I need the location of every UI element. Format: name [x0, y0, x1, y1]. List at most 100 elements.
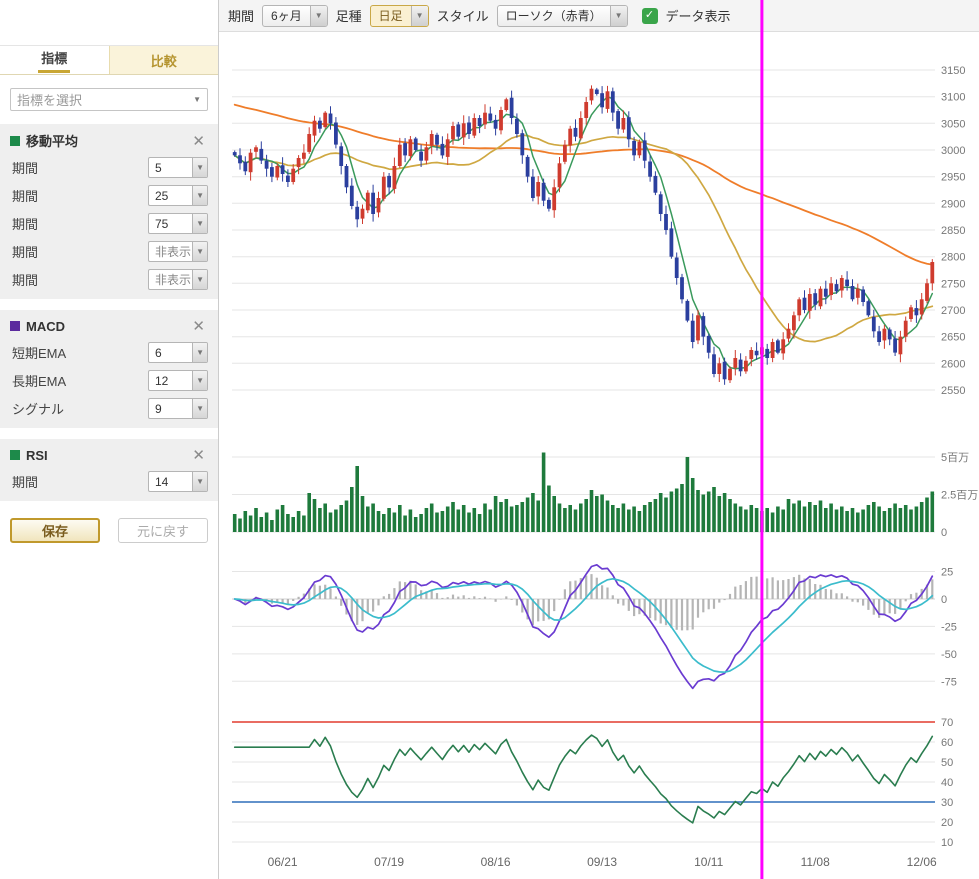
period-select[interactable]: 6ヶ月 ▼ — [262, 5, 328, 27]
svg-text:11/08: 11/08 — [801, 855, 830, 869]
chevron-down-icon: ▼ — [192, 343, 207, 362]
svg-text:-75: -75 — [941, 676, 957, 688]
svg-text:3000: 3000 — [941, 145, 965, 157]
select-value: 非表示 — [155, 271, 191, 288]
svg-text:2650: 2650 — [941, 332, 965, 344]
stock-chart[interactable]: 3150310030503000295029002850280027502700… — [219, 0, 979, 879]
svg-text:12/06: 12/06 — [907, 855, 937, 869]
sidebar-tabs: 指標 比較 — [0, 45, 218, 75]
macd-signal-select[interactable]: 9▼ — [148, 398, 208, 419]
section-moving-average: 移動平均 ✕ 期間 5▼ 期間 25▼ 期間 75▼ 期間 非表示▼ 期間 非表… — [0, 124, 218, 299]
svg-text:30: 30 — [941, 797, 953, 809]
data-display-checkbox[interactable]: ✓ — [642, 8, 658, 24]
chevron-down-icon: ▼ — [193, 95, 201, 104]
bar-type-value: 日足 — [371, 7, 411, 24]
chevron-down-icon: ▼ — [310, 6, 327, 26]
check-icon: ✓ — [645, 10, 654, 21]
indicator-select[interactable]: 指標を選択 ▼ — [10, 88, 208, 111]
chevron-down-icon: ▼ — [192, 371, 207, 390]
period-label: 期間 — [228, 6, 254, 25]
macd-color-swatch — [10, 321, 20, 331]
svg-text:25: 25 — [941, 567, 953, 579]
grid-and-axes: 3150310030503000295029002850280027502700… — [232, 65, 978, 849]
svg-text:2850: 2850 — [941, 225, 965, 237]
stock-chart-app: 指標 比較 指標を選択 ▼ 移動平均 ✕ 期間 5▼ 期間 25▼ 期間 75▼… — [0, 0, 979, 879]
svg-text:5百万: 5百万 — [941, 452, 969, 464]
select-value: 12 — [155, 374, 168, 388]
chevron-down-icon: ▼ — [192, 186, 207, 205]
ma-period-3-select[interactable]: 75 ▼ — [148, 213, 208, 234]
indicator-select-placeholder: 指標を選択 — [17, 90, 82, 109]
svg-text:06/21: 06/21 — [268, 855, 298, 869]
row-label: 長期EMA — [12, 371, 148, 390]
svg-text:2800: 2800 — [941, 252, 965, 264]
ma-period-1-select[interactable]: 5▼ — [148, 157, 208, 178]
row-label: 期間 — [12, 186, 148, 205]
select-value: 75 — [155, 217, 168, 231]
svg-text:09/13: 09/13 — [587, 855, 617, 869]
section-title: RSI — [26, 448, 189, 463]
rsi-period-select[interactable]: 14▼ — [148, 471, 208, 492]
chart-toolbar: 期間 6ヶ月 ▼ 足種 日足 ▼ スタイル ローソク（赤青） ▼ ✓ データ表示 — [219, 0, 979, 32]
style-select[interactable]: ローソク（赤青） ▼ — [497, 5, 628, 27]
section-title: MACD — [26, 319, 189, 334]
svg-text:40: 40 — [941, 777, 953, 789]
ma-period-5-select[interactable]: 非表示▼ — [148, 269, 208, 290]
svg-text:3150: 3150 — [941, 65, 965, 77]
data-display-label: データ表示 — [666, 6, 731, 25]
svg-text:20: 20 — [941, 817, 953, 829]
svg-text:0: 0 — [941, 594, 947, 606]
chevron-down-icon: ▼ — [610, 6, 627, 26]
chevron-down-icon: ▼ — [411, 6, 428, 26]
row-label: 期間 — [12, 242, 148, 261]
chevron-down-icon: ▼ — [192, 399, 207, 418]
svg-text:10/11: 10/11 — [694, 855, 723, 869]
close-icon[interactable]: ✕ — [189, 132, 208, 150]
svg-text:2750: 2750 — [941, 278, 965, 290]
macd-panel — [234, 565, 934, 689]
row-label: 期間 — [12, 158, 148, 177]
tab-compare[interactable]: 比較 — [109, 46, 219, 74]
macd-short-ema-select[interactable]: 6▼ — [148, 342, 208, 363]
chart-area: 期間 6ヶ月 ▼ 足種 日足 ▼ スタイル ローソク（赤青） ▼ ✓ データ表示… — [219, 0, 979, 879]
section-macd: MACD ✕ 短期EMA 6▼ 長期EMA 12▼ シグナル 9▼ — [0, 310, 218, 428]
tab-indicators-label: 指標 — [38, 48, 70, 73]
period-value: 6ヶ月 — [263, 7, 310, 24]
ma-period-4-select[interactable]: 非表示▼ — [148, 241, 208, 262]
x-axis: 06/21 07/19 08/16 09/13 10/11 11/08 12/06 — [268, 855, 937, 869]
svg-text:08/16: 08/16 — [481, 855, 511, 869]
row-label: 期間 — [12, 214, 148, 233]
bar-type-select[interactable]: 日足 ▼ — [370, 5, 429, 27]
price-panel — [233, 85, 934, 384]
select-value: 25 — [155, 189, 168, 203]
close-icon[interactable]: ✕ — [189, 446, 208, 464]
select-value: 非表示 — [155, 243, 191, 260]
svg-text:3050: 3050 — [941, 118, 965, 130]
chevron-down-icon: ▼ — [192, 214, 207, 233]
svg-text:2950: 2950 — [941, 172, 965, 184]
svg-text:60: 60 — [941, 737, 953, 749]
section-title: 移動平均 — [26, 131, 189, 150]
ma-color-swatch — [10, 136, 20, 146]
section-rsi: RSI ✕ 期間 14▼ — [0, 439, 218, 501]
macd-long-ema-select[interactable]: 12 ▼ — [148, 370, 208, 391]
close-icon[interactable]: ✕ — [189, 317, 208, 335]
select-value: 9 — [155, 402, 162, 416]
svg-text:50: 50 — [941, 757, 953, 769]
save-button[interactable]: 保存 — [10, 518, 100, 543]
chevron-down-icon: ▼ — [192, 158, 207, 177]
row-label: 期間 — [12, 270, 148, 289]
rsi-panel — [232, 722, 935, 823]
sidebar: 指標 比較 指標を選択 ▼ 移動平均 ✕ 期間 5▼ 期間 25▼ 期間 75▼… — [0, 0, 219, 879]
svg-text:07/19: 07/19 — [374, 855, 404, 869]
reset-button[interactable]: 元に戻す — [118, 518, 208, 543]
chevron-down-icon: ▼ — [192, 242, 207, 261]
svg-text:-25: -25 — [941, 621, 957, 633]
svg-text:0: 0 — [941, 527, 947, 539]
svg-text:2550: 2550 — [941, 385, 965, 397]
select-value: 5 — [155, 161, 162, 175]
ma-period-2-select[interactable]: 25 ▼ — [148, 185, 208, 206]
tab-indicators[interactable]: 指標 — [0, 46, 109, 74]
select-value: 14 — [155, 475, 168, 489]
volume-panel — [233, 453, 934, 533]
